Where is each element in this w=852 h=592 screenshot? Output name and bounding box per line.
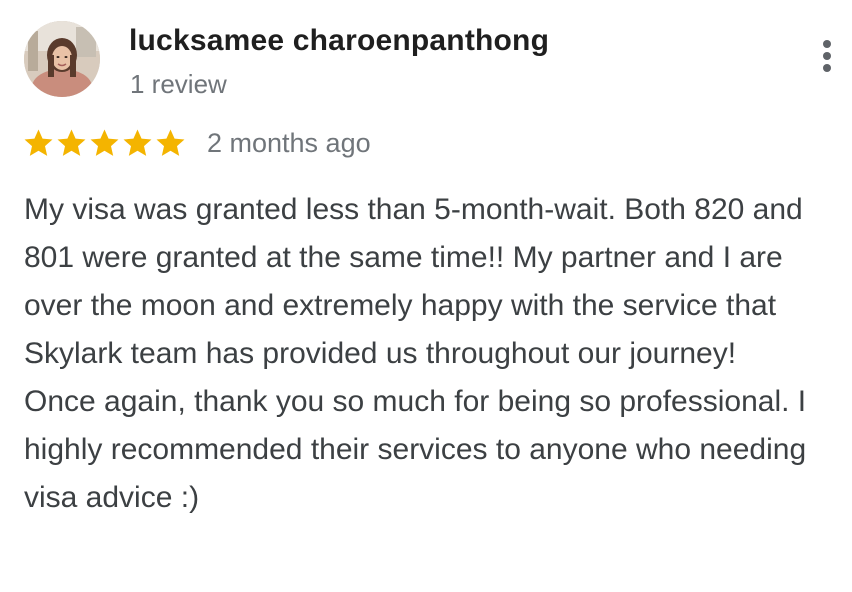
review-card: lucksamee charoenpanthong 1 review 2 mon… [0, 0, 852, 592]
star-rating [22, 127, 187, 160]
star-icon [24, 128, 53, 156]
review-count[interactable]: 1 review [130, 69, 227, 100]
more-vert-icon-dot [823, 52, 831, 60]
star-icon [57, 128, 86, 156]
avatar[interactable] [24, 21, 100, 97]
avatar-photo [24, 21, 100, 97]
star-icon [90, 128, 119, 156]
author-name[interactable]: lucksamee charoenpanthong [129, 24, 549, 58]
review-text: My visa was granted less than 5-month-wa… [24, 193, 807, 514]
star-icon [123, 128, 152, 156]
star-icon [156, 128, 185, 156]
more-vert-icon [823, 40, 831, 48]
review-date: 2 months ago [207, 127, 371, 158]
more-options-button[interactable] [812, 34, 842, 78]
more-vert-icon-dot [823, 64, 831, 72]
rating-row: 2 months ago [22, 123, 371, 163]
